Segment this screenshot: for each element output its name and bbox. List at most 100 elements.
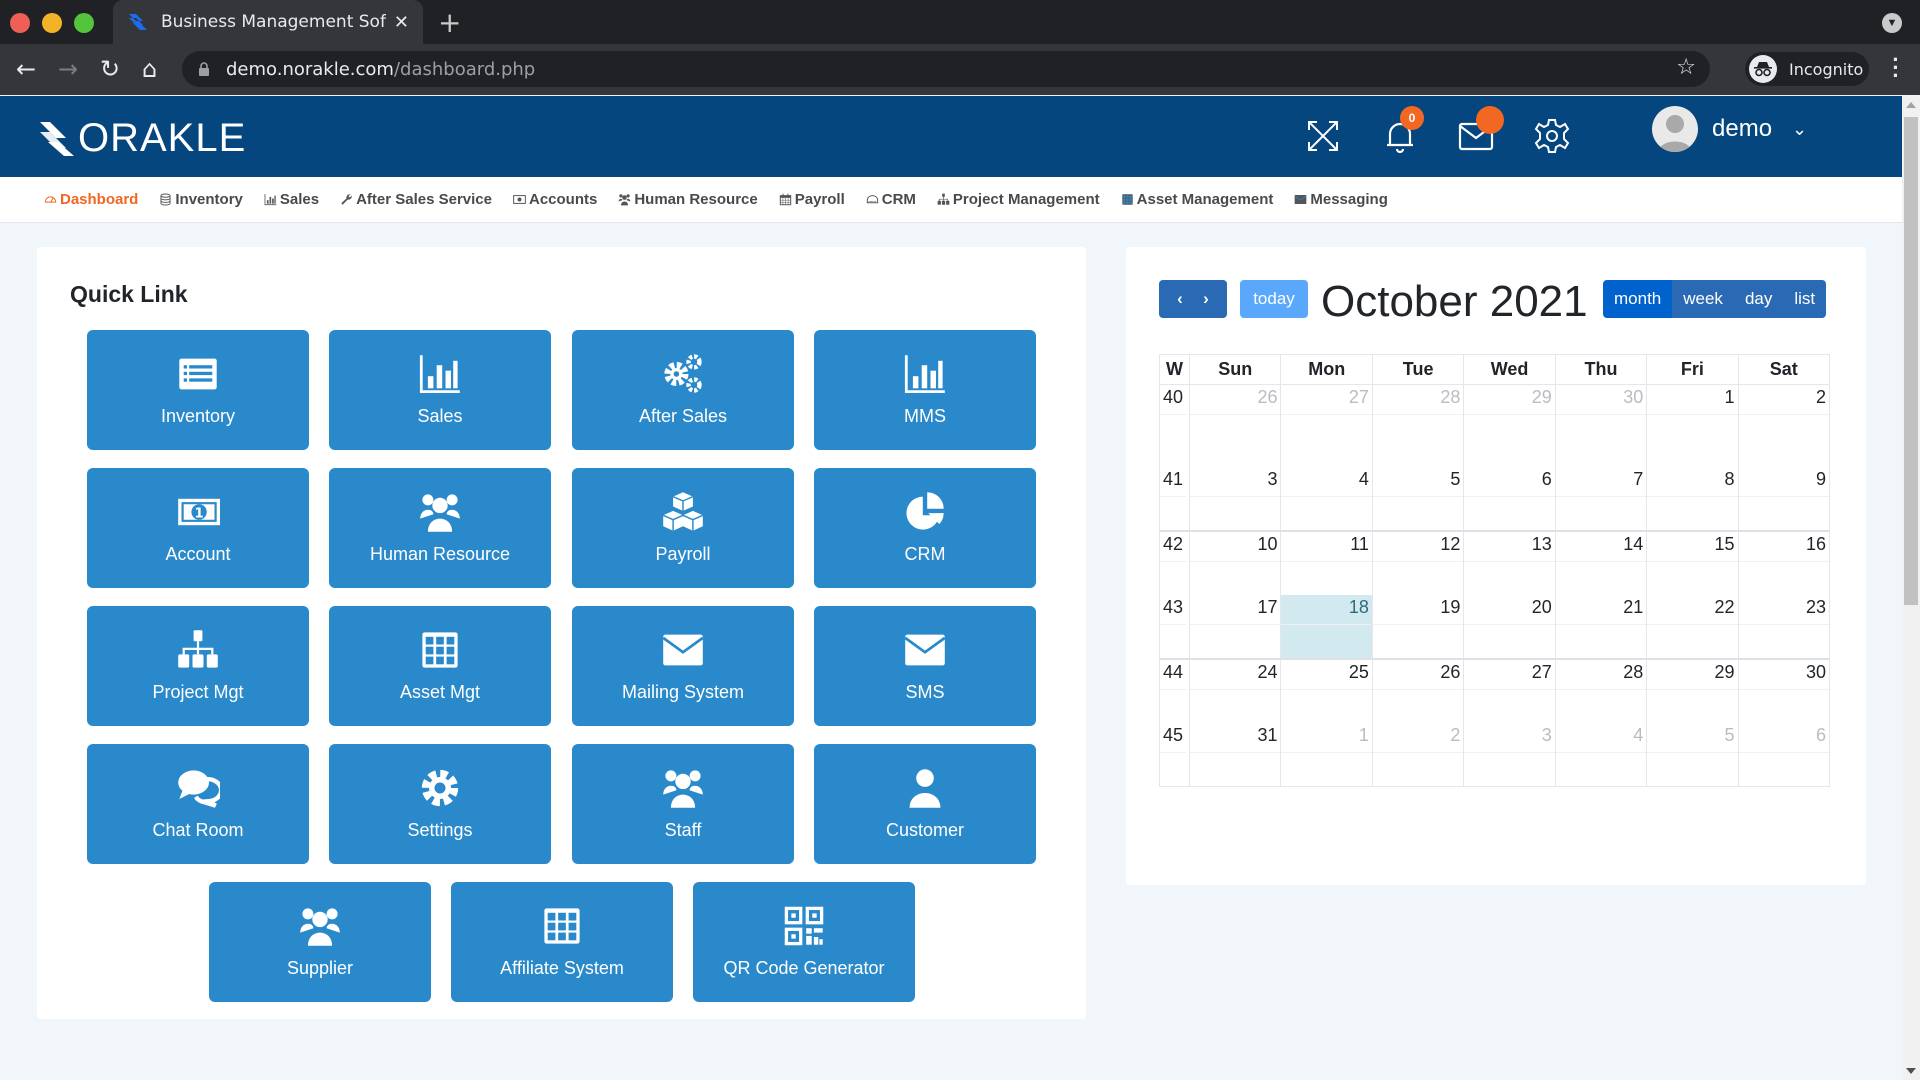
calendar-day[interactable]: 2: [1737, 384, 1831, 467]
calendar-day[interactable]: 27: [1280, 384, 1373, 467]
quick-link-affiliate-system[interactable]: Affiliate System: [451, 882, 673, 1002]
calendar-day[interactable]: 25: [1280, 658, 1373, 723]
calendar-day[interactable]: 3: [1189, 466, 1282, 531]
back-icon[interactable]: ←: [16, 54, 36, 84]
calendar-day[interactable]: 6: [1737, 722, 1831, 787]
home-icon[interactable]: ⌂: [142, 54, 157, 84]
quick-link-mailing-system[interactable]: Mailing System: [572, 606, 794, 726]
maximize-window-button[interactable]: [74, 13, 94, 33]
calendar-day[interactable]: 4: [1554, 722, 1648, 787]
calendar-day[interactable]: 7: [1554, 466, 1648, 531]
week-number[interactable]: 40: [1158, 384, 1191, 467]
calendar-day[interactable]: 17: [1189, 594, 1282, 659]
quick-link-customer[interactable]: Customer: [814, 744, 1036, 864]
week-number[interactable]: 45: [1158, 722, 1191, 787]
notifications-button[interactable]: 0: [1380, 106, 1424, 156]
nav-item-crm[interactable]: CRM: [866, 191, 916, 208]
quick-link-staff[interactable]: Staff: [572, 744, 794, 864]
view-week-button[interactable]: week: [1672, 280, 1734, 318]
calendar-day[interactable]: 1: [1280, 722, 1373, 787]
calendar-day[interactable]: 3: [1463, 722, 1556, 787]
calendar-day[interactable]: 9: [1737, 466, 1831, 531]
nav-item-payroll[interactable]: Payroll: [779, 191, 845, 208]
calendar-day[interactable]: 13: [1463, 530, 1556, 595]
calendar-day[interactable]: 5: [1371, 466, 1465, 531]
today-button[interactable]: today: [1240, 280, 1308, 318]
calendar-day[interactable]: 10: [1189, 530, 1282, 595]
nav-item-after-sales-service[interactable]: After Sales Service: [340, 191, 492, 208]
browser-menu-icon[interactable]: · · ·: [1892, 49, 1900, 87]
browser-tab[interactable]: Business Management Softw ✕: [113, 0, 423, 44]
norakle-logo[interactable]: ORAKLE: [38, 116, 246, 161]
scroll-up-icon[interactable]: [1906, 102, 1916, 108]
calendar-day[interactable]: 31: [1189, 722, 1282, 787]
calendar-day[interactable]: 12: [1371, 530, 1465, 595]
nav-item-sales[interactable]: Sales: [264, 191, 319, 208]
calendar-day[interactable]: 1: [1646, 384, 1739, 467]
messages-button[interactable]: [1456, 106, 1504, 156]
calendar-day[interactable]: 26: [1371, 658, 1465, 723]
calendar-day[interactable]: 15: [1646, 530, 1739, 595]
calendar-day[interactable]: 4: [1280, 466, 1373, 531]
calendar-day[interactable]: 30: [1554, 384, 1648, 467]
settings-button[interactable]: [1532, 116, 1572, 156]
week-number[interactable]: 41: [1158, 466, 1191, 531]
scroll-down-icon[interactable]: [1906, 1068, 1916, 1074]
calendar-day[interactable]: 24: [1189, 658, 1282, 723]
calendar-day[interactable]: 26: [1189, 384, 1282, 467]
scrollbar-thumb[interactable]: [1904, 117, 1918, 605]
calendar-day[interactable]: 8: [1646, 466, 1739, 531]
forward-icon[interactable]: →: [58, 54, 78, 84]
calendar-day[interactable]: 6: [1463, 466, 1556, 531]
quick-link-chat-room[interactable]: Chat Room: [87, 744, 309, 864]
new-tab-button[interactable]: +: [438, 6, 461, 39]
page-scrollbar[interactable]: [1902, 96, 1920, 1080]
calendar-day[interactable]: 23: [1737, 594, 1831, 659]
calendar-day[interactable]: 22: [1646, 594, 1739, 659]
tab-search-icon[interactable]: ▼: [1882, 13, 1902, 33]
quick-link-supplier[interactable]: Supplier: [209, 882, 431, 1002]
calendar-day[interactable]: 29: [1646, 658, 1739, 723]
calendar-day[interactable]: 19: [1371, 594, 1465, 659]
quick-link-after-sales[interactable]: After Sales: [572, 330, 794, 450]
quick-link-account[interactable]: 1 Account: [87, 468, 309, 588]
reload-icon[interactable]: ↻: [100, 54, 120, 84]
incognito-profile-button[interactable]: Incognito: [1745, 52, 1869, 86]
quick-link-qr-code-generator[interactable]: QR Code Generator: [693, 882, 915, 1002]
fullscreen-button[interactable]: [1303, 116, 1343, 156]
view-list-button[interactable]: list: [1783, 280, 1827, 318]
user-menu[interactable]: demo ⌄: [1652, 106, 1807, 152]
week-number[interactable]: 44: [1158, 658, 1191, 723]
calendar-day[interactable]: 27: [1463, 658, 1556, 723]
quick-link-crm[interactable]: CRM: [814, 468, 1036, 588]
close-tab-icon[interactable]: ✕: [394, 12, 409, 33]
quick-link-inventory[interactable]: Inventory: [87, 330, 309, 450]
calendar-day[interactable]: 14: [1554, 530, 1648, 595]
address-bar[interactable]: demo.norakle.com/dashboard.php ☆: [182, 51, 1710, 87]
quick-link-sales[interactable]: Sales: [329, 330, 551, 450]
close-window-button[interactable]: [10, 13, 30, 33]
nav-item-dashboard[interactable]: Dashboard: [44, 191, 138, 208]
bookmark-star-icon[interactable]: ☆: [1676, 55, 1696, 80]
calendar-day[interactable]: 21: [1554, 594, 1648, 659]
calendar-day[interactable]: 20: [1463, 594, 1556, 659]
prev-month-button[interactable]: ‹: [1177, 289, 1183, 309]
nav-item-project-management[interactable]: Project Management: [937, 191, 1100, 208]
quick-link-asset-mgt[interactable]: Asset Mgt: [329, 606, 551, 726]
minimize-window-button[interactable]: [42, 13, 62, 33]
week-number[interactable]: 42: [1158, 530, 1191, 595]
nav-item-asset-management[interactable]: Asset Management: [1121, 191, 1273, 208]
calendar-day[interactable]: 5: [1646, 722, 1739, 787]
quick-link-settings[interactable]: Settings: [329, 744, 551, 864]
quick-link-project-mgt[interactable]: Project Mgt: [87, 606, 309, 726]
nav-item-accounts[interactable]: Accounts: [513, 191, 597, 208]
view-day-button[interactable]: day: [1733, 280, 1784, 318]
quick-link-payroll[interactable]: Payroll: [572, 468, 794, 588]
quick-link-human-resource[interactable]: Human Resource: [329, 468, 551, 588]
quick-link-sms[interactable]: SMS: [814, 606, 1036, 726]
calendar-day[interactable]: 29: [1463, 384, 1556, 467]
next-month-button[interactable]: ›: [1203, 289, 1209, 309]
nav-item-messaging[interactable]: Messaging: [1294, 191, 1388, 208]
calendar-day[interactable]: 11: [1280, 530, 1373, 595]
view-month-button[interactable]: month: [1603, 280, 1673, 318]
